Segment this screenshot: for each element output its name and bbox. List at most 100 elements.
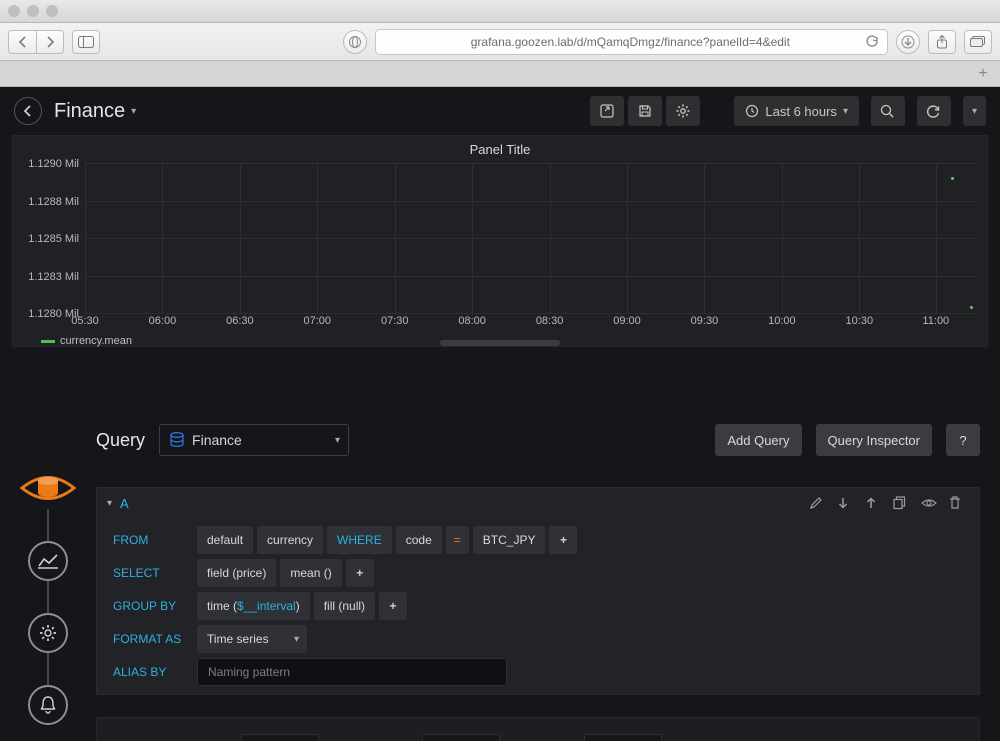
nav-queries[interactable] [20,467,76,509]
y-tick: 1.1288 Mil [28,196,85,208]
x-tick: 08:00 [458,315,486,327]
alias-input[interactable]: Naming pattern [197,658,507,686]
move-down-icon[interactable] [837,496,857,510]
from-db-segment[interactable]: default [197,526,253,554]
nav-back-button[interactable] [8,30,36,54]
from-measurement-segment[interactable]: currency [257,526,323,554]
editor-header: Query Finance ▾ Add Query Query Inspecto… [96,419,980,461]
refresh-button[interactable] [917,96,951,126]
nav-alert[interactable] [28,685,68,725]
database-icon [170,432,184,448]
nav-forward-button[interactable] [36,30,64,54]
time-range-picker[interactable]: Last 6 hours ▾ [734,96,859,126]
panel-title: Panel Title [13,136,987,163]
datasource-name: Finance [192,432,242,448]
where-op-segment[interactable]: = [446,526,469,554]
chart-area[interactable]: 1.1290 Mil 1.1288 Mil 1.1285 Mil 1.1283 … [85,163,975,313]
tabs-button[interactable] [964,30,992,54]
query-inspector-button[interactable]: Query Inspector [816,424,933,456]
legend-label: currency.mean [60,335,132,347]
select-agg-segment[interactable]: mean () [280,559,341,587]
window-zoom[interactable] [46,5,58,17]
settings-button[interactable] [666,96,700,126]
collapse-icon: ▾ [107,498,112,509]
query-letter: A [120,496,129,511]
add-select-button[interactable]: + [346,559,374,587]
query-form: FROM default currency WHERE code = BTC_J… [97,518,979,694]
site-settings-button[interactable] [343,30,367,54]
query-row-header[interactable]: ▾ A [97,488,979,518]
downloads-button[interactable] [896,30,920,54]
add-where-button[interactable]: + [549,526,577,554]
x-tick: 07:00 [304,315,332,327]
help-button[interactable]: ? [946,424,980,456]
panel: Panel Title 1.1290 Mil 1.1288 Mil 1.1285… [12,135,988,347]
select-field-segment[interactable]: field (price) [197,559,276,587]
query-options: Min time interval ⓘ Relative time Time s… [96,717,980,741]
chevron-down-icon: ▾ [131,106,136,117]
x-tick: 06:00 [149,315,177,327]
edit-icon[interactable] [809,496,829,510]
x-tick: 09:00 [613,315,641,327]
alias-keyword: ALIAS BY [105,658,193,686]
add-groupby-button[interactable]: + [379,592,407,620]
relative-time-input[interactable] [422,734,500,741]
format-keyword: FORMAT AS [105,625,193,653]
query-editor: Query Finance ▾ Add Query Query Inspecto… [96,419,980,741]
time-shift-input[interactable] [584,734,662,741]
select-keyword: SELECT [105,559,193,587]
data-point [951,177,954,180]
x-tick: 08:30 [536,315,564,327]
editor-nav [20,467,76,725]
legend-swatch [41,340,55,343]
url-field[interactable]: grafana.goozen.lab/d/mQamqDmgz/finance?p… [375,29,888,55]
y-tick: 1.1283 Mil [28,271,85,283]
back-button[interactable] [14,97,42,125]
x-tick: 11:00 [922,315,949,327]
reload-icon[interactable] [865,35,879,49]
share-button[interactable] [928,30,956,54]
nav-general[interactable] [28,613,68,653]
where-field-segment[interactable]: code [396,526,442,554]
x-tick: 06:30 [226,315,254,327]
x-axis: 05:30 06:00 06:30 07:00 07:30 08:00 08:3… [85,313,975,331]
time-range-label: Last 6 hours [765,104,837,119]
window-minimize[interactable] [27,5,39,17]
refresh-interval-picker[interactable]: ▾ [963,96,986,126]
dashboard-title: Finance [54,100,125,123]
tab-strip: + [0,61,1000,87]
save-button[interactable] [628,96,662,126]
format-select[interactable]: Time series [197,625,307,653]
groupby-time-segment[interactable]: time ($__interval) [197,592,310,620]
toggle-visibility-icon[interactable] [921,497,941,509]
from-keyword: FROM [105,526,193,554]
add-query-button[interactable]: Add Query [715,424,801,456]
editor-section-title: Query [96,430,145,451]
dashboard-title-picker[interactable]: Finance ▾ [54,100,136,123]
resize-handle[interactable] [440,340,560,346]
groupby-keyword: GROUP BY [105,592,193,620]
grafana-app: Finance ▾ Last 6 hours ▾ ▾ Panel Title 1… [0,87,1000,741]
new-tab-button[interactable]: + [972,64,994,84]
data-point [970,306,973,309]
duplicate-icon[interactable] [893,496,913,510]
y-tick: 1.1285 Mil [28,233,85,245]
sidebar-toggle-button[interactable] [72,30,100,54]
nav-visualization[interactable] [28,541,68,581]
window-close[interactable] [8,5,20,17]
safari-toolbar: grafana.goozen.lab/d/mQamqDmgz/finance?p… [0,23,1000,61]
x-tick: 10:00 [768,315,796,327]
move-up-icon[interactable] [865,496,885,510]
delete-icon[interactable] [949,496,969,510]
mac-titlebar [0,0,1000,23]
min-interval-input[interactable] [241,734,319,741]
groupby-fill-segment[interactable]: fill (null) [314,592,375,620]
zoom-out-button[interactable] [871,96,905,126]
url-text: grafana.goozen.lab/d/mQamqDmgz/finance?p… [471,35,790,49]
x-tick: 09:30 [691,315,719,327]
share-panel-button[interactable] [590,96,624,126]
where-value-segment[interactable]: BTC_JPY [473,526,546,554]
datasource-picker[interactable]: Finance ▾ [159,424,349,456]
chevron-down-icon: ▾ [843,106,848,117]
x-tick: 10:30 [846,315,874,327]
